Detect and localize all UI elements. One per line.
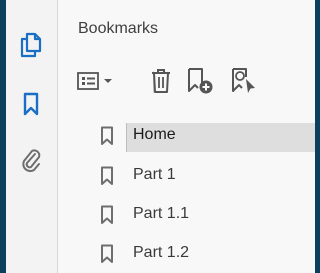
- bookmark-icon: [101, 205, 113, 224]
- bookmark-label: Part 1: [133, 166, 176, 183]
- bookmarks-panel: Bookmarks Home Part 1 Part 1.1 Part 1.2: [58, 0, 315, 273]
- new-bookmark-button[interactable]: [184, 64, 216, 98]
- bookmark-label: Home: [133, 126, 176, 143]
- find-bookmark-button[interactable]: [228, 64, 260, 98]
- bookmark-icon: [23, 92, 39, 116]
- options-menu-icon: [77, 72, 112, 90]
- attachments-button[interactable]: [17, 146, 45, 174]
- panel-title: Bookmarks: [78, 20, 159, 37]
- bookmark-icon: [101, 166, 113, 185]
- bookmarks-toolbar: [76, 64, 315, 98]
- pages-icon: [20, 32, 42, 58]
- app-frame: Bookmarks Home Part 1 Part 1.1 Part 1.2: [6, 0, 315, 273]
- navigation-rail: [6, 0, 58, 273]
- options-menu-button[interactable]: [76, 64, 124, 98]
- delete-icon: [152, 69, 170, 93]
- bookmark-item-part-1-1[interactable]: Part 1.1: [58, 197, 315, 233]
- attachment-icon: [22, 149, 41, 173]
- find-bookmark-icon: [232, 68, 255, 93]
- bookmark-item-part-1[interactable]: Part 1: [58, 158, 315, 194]
- bookmark-item-home[interactable]: Home: [58, 118, 315, 154]
- bookmark-label: Part 1.1: [133, 205, 190, 222]
- pages-button[interactable]: [17, 31, 45, 59]
- bookmark-icon: [101, 126, 113, 145]
- bookmarks-button[interactable]: [17, 90, 45, 118]
- bookmark-item-part-1-2[interactable]: Part 1.2: [58, 236, 315, 272]
- bookmark-label: Part 1.2: [133, 244, 190, 261]
- bookmark-icon: [101, 244, 113, 263]
- delete-button[interactable]: [146, 64, 176, 98]
- new-bookmark-icon: [188, 68, 213, 94]
